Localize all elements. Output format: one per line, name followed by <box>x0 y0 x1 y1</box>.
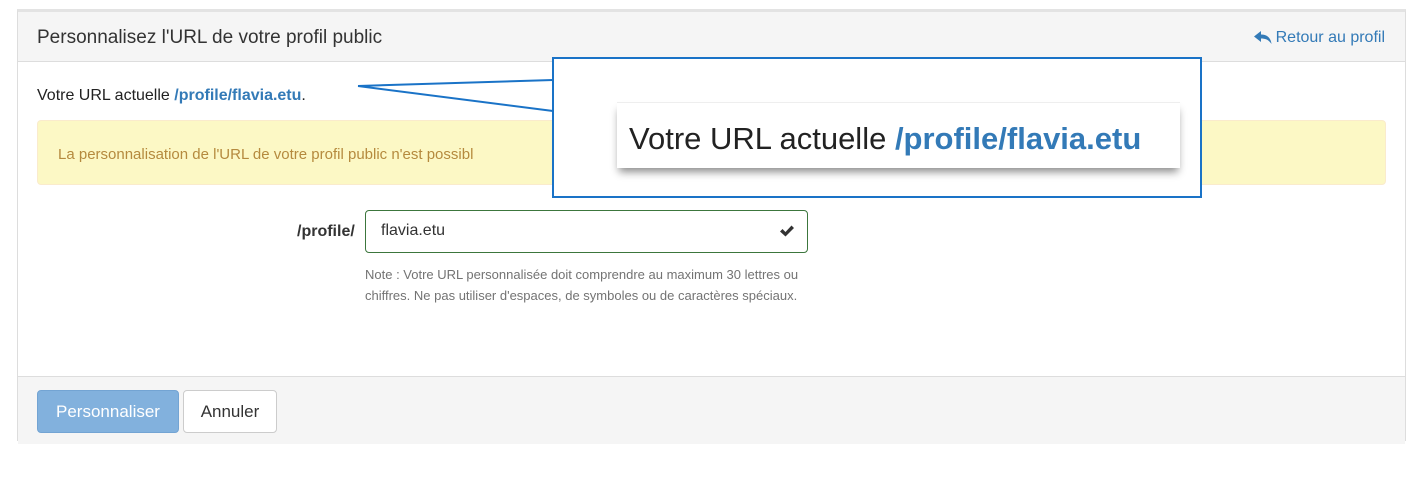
zoom-callout: Votre URL actuelle /profile/flavia.etu <box>552 57 1202 198</box>
back-to-profile-link[interactable]: Retour au profil <box>1253 29 1385 47</box>
reply-arrow-icon <box>1253 31 1272 44</box>
checkmark-icon <box>780 225 794 237</box>
callout-text: Votre URL actuelle /profile/flavia.etu <box>629 121 1141 157</box>
callout-magnified-box: Votre URL actuelle /profile/flavia.etu <box>617 102 1180 168</box>
personalize-button[interactable]: Personnaliser <box>37 390 179 433</box>
current-url-link[interactable]: /profile/flavia.etu <box>174 87 301 104</box>
callout-prefix: Votre URL actuelle <box>629 121 895 156</box>
page-title: Personnalisez l'URL de votre profil publ… <box>37 27 383 48</box>
current-url-suffix: . <box>301 87 306 104</box>
help-note: Note : Votre URL personnalisée doit comp… <box>365 267 799 303</box>
panel-footer: Personnaliser Annuler <box>18 376 1405 444</box>
back-link-label: Retour au profil <box>1275 29 1385 46</box>
profile-url-label: /profile/ <box>297 223 355 240</box>
current-url-prefix: Votre URL actuelle <box>37 87 175 104</box>
profile-url-input[interactable] <box>381 222 761 240</box>
alert-text: La personnalisation de l'URL de votre pr… <box>58 146 474 163</box>
cancel-button[interactable]: Annuler <box>183 390 277 433</box>
current-url-text: Votre URL actuelle /profile/flavia.etu. <box>37 87 306 105</box>
callout-link: /profile/flavia.etu <box>894 121 1142 156</box>
panel-heading: Personnalisez l'URL de votre profil publ… <box>18 12 1405 62</box>
profile-url-field[interactable] <box>365 210 808 253</box>
